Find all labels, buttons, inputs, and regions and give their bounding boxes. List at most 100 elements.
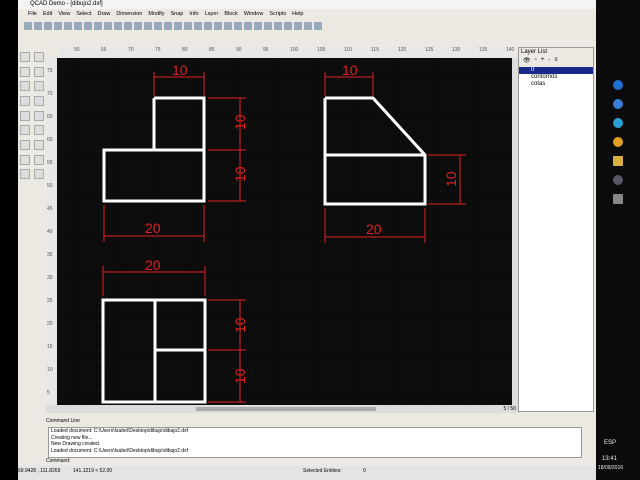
ruler-tick-label: 135 xyxy=(479,47,488,53)
ie-icon[interactable] xyxy=(613,80,623,90)
ruler-tick-label: 70 xyxy=(47,91,53,97)
menu-item-dimension[interactable]: Dimension xyxy=(116,10,142,19)
toolbar-button[interactable] xyxy=(234,22,242,30)
tool-button[interactable] xyxy=(34,139,44,150)
vertical-ruler: 75 70 65 60 55 50 45 40 35 30 25 20 15 10 5 xyxy=(46,58,57,405)
toolbar-button[interactable] xyxy=(34,22,42,30)
toolbar-button[interactable] xyxy=(44,22,52,30)
toolbar-button[interactable] xyxy=(24,22,32,30)
show-all-icon[interactable]: 👁 xyxy=(523,57,531,67)
toolbar-button[interactable] xyxy=(214,22,222,30)
remove-layer-icon[interactable]: - xyxy=(548,57,550,67)
ruler-tick-label: 80 xyxy=(182,47,188,53)
tool-button[interactable] xyxy=(20,95,30,106)
layer-item[interactable]: 0 xyxy=(519,67,593,74)
tool-button[interactable] xyxy=(34,125,44,136)
menu-item-view[interactable]: View xyxy=(58,10,70,19)
app-icon[interactable] xyxy=(613,99,623,109)
folder-icon[interactable] xyxy=(613,156,623,166)
toolbar-button[interactable] xyxy=(144,22,152,30)
toolbar-button[interactable] xyxy=(244,22,252,30)
toolbar-button[interactable] xyxy=(154,22,162,30)
app-icon[interactable] xyxy=(613,118,623,128)
tool-button[interactable] xyxy=(34,169,44,180)
qcad-icon[interactable] xyxy=(613,175,623,185)
log-line: Loaded document: C:\Users\Isabel\Desktop… xyxy=(51,447,189,454)
tool-button[interactable] xyxy=(34,154,44,165)
tool-button[interactable] xyxy=(20,125,30,136)
app-icon[interactable] xyxy=(613,194,623,204)
menu-item-layer[interactable]: Layer xyxy=(205,10,219,19)
toolbar-button[interactable] xyxy=(304,22,312,30)
ruler-tick-label: 40 xyxy=(47,229,53,235)
ruler-tick-label: 5 xyxy=(47,390,50,396)
tool-button[interactable] xyxy=(20,66,30,77)
toolbar-button[interactable] xyxy=(184,22,192,30)
ruler-tick-label: 140 xyxy=(506,47,515,53)
hide-all-icon[interactable]: ▫ xyxy=(535,57,537,67)
tool-button[interactable] xyxy=(34,81,44,92)
layer-list-title: Layer List xyxy=(519,48,593,57)
tool-button[interactable] xyxy=(20,154,30,165)
ruler-tick-label: 110 xyxy=(344,47,352,53)
add-layer-icon[interactable]: + xyxy=(541,57,545,67)
menu-item-select[interactable]: Select xyxy=(76,10,91,19)
menu-item-file[interactable]: File xyxy=(28,10,37,19)
menu-item-help[interactable]: Help xyxy=(292,10,303,19)
toolbar-button[interactable] xyxy=(54,22,62,30)
tool-button[interactable] xyxy=(20,169,30,180)
language-indicator[interactable]: ESP xyxy=(604,440,616,446)
toolbar-button[interactable] xyxy=(124,22,132,30)
layer-item[interactable]: contornos xyxy=(519,74,593,81)
toolbar xyxy=(18,20,602,32)
clock-time[interactable]: 13:41 xyxy=(602,456,617,462)
toolbar-button[interactable] xyxy=(274,22,282,30)
tool-button[interactable] xyxy=(20,110,30,121)
command-line-title: Command Line xyxy=(46,418,80,424)
toolbar-button[interactable] xyxy=(64,22,72,30)
toolbar-button[interactable] xyxy=(264,22,272,30)
toolbar-button[interactable] xyxy=(254,22,262,30)
horizontal-scrollbar[interactable]: 5 / 50 xyxy=(46,405,520,413)
tool-button[interactable] xyxy=(34,52,44,62)
toolbar-button[interactable] xyxy=(84,22,92,30)
menu-item-edit[interactable]: Edit xyxy=(43,10,52,19)
layer-item[interactable]: cotas xyxy=(519,81,593,88)
edit-layer-icon[interactable]: ≡ xyxy=(554,57,558,67)
tool-button[interactable] xyxy=(20,139,30,150)
toolbar-button[interactable] xyxy=(174,22,182,30)
ruler-tick-label: 50 xyxy=(47,183,53,189)
command-prompt[interactable]: Command: xyxy=(46,458,70,464)
tool-button[interactable] xyxy=(34,95,44,106)
toolbar-button[interactable] xyxy=(194,22,202,30)
selected-count: 0 xyxy=(363,468,366,474)
menu-item-draw[interactable]: Draw xyxy=(97,10,110,19)
tool-button[interactable] xyxy=(20,81,30,92)
clock-date[interactable]: 18/09/2016 xyxy=(598,465,623,471)
menu-item-scripts[interactable]: Scripts xyxy=(269,10,286,19)
menu-item-snap[interactable]: Snap xyxy=(171,10,184,19)
toolbar-button[interactable] xyxy=(114,22,122,30)
toolbar-button[interactable] xyxy=(284,22,292,30)
toolbar-button[interactable] xyxy=(74,22,82,30)
drawing-canvas[interactable]: 10 10 10 20 10 10 20 20 10 10 xyxy=(57,58,512,405)
tool-button[interactable] xyxy=(34,110,44,121)
abs-coords: 69.9428 , 111.8269 xyxy=(18,468,61,474)
toolbar-button[interactable] xyxy=(104,22,112,30)
menu-item-info[interactable]: Info xyxy=(189,10,198,19)
toolbar-button[interactable] xyxy=(94,22,102,30)
dim-label: 10 xyxy=(232,166,248,182)
chrome-icon[interactable] xyxy=(613,137,623,147)
toolbar-button[interactable] xyxy=(294,22,302,30)
menu-item-window[interactable]: Window xyxy=(244,10,264,19)
layer-list-panel: Layer List 👁 ▫ + - ≡ 0 contornos cotas xyxy=(518,47,594,412)
tool-button[interactable] xyxy=(34,66,44,77)
toolbar-button[interactable] xyxy=(224,22,232,30)
toolbar-button[interactable] xyxy=(134,22,142,30)
toolbar-button[interactable] xyxy=(314,22,322,30)
menu-item-modify[interactable]: Modify xyxy=(148,10,164,19)
toolbar-button[interactable] xyxy=(204,22,212,30)
toolbar-button[interactable] xyxy=(164,22,172,30)
menu-item-block[interactable]: Block xyxy=(224,10,237,19)
tool-button[interactable] xyxy=(20,52,30,62)
